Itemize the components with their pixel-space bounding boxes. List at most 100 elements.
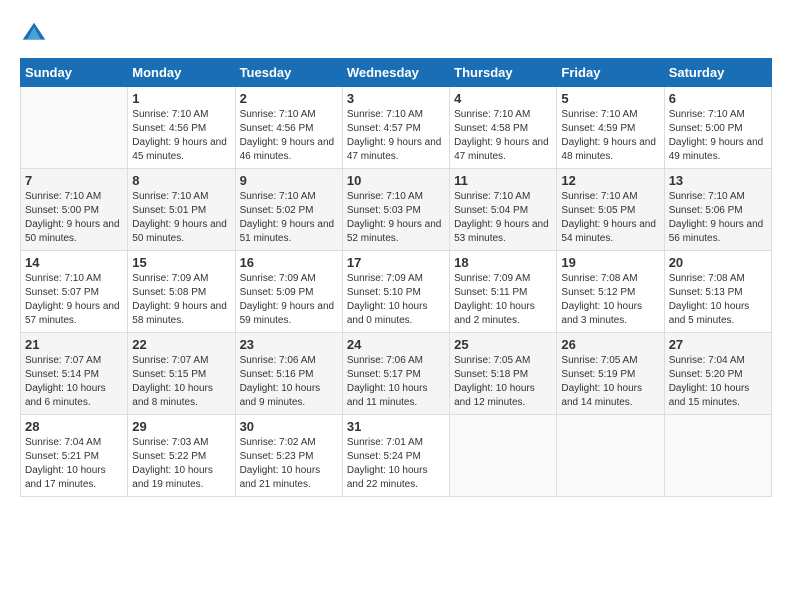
page-header <box>20 20 772 48</box>
day-number: 13 <box>669 173 767 188</box>
calendar-cell: 18 Sunrise: 7:09 AMSunset: 5:11 PMDaylig… <box>450 251 557 333</box>
calendar-cell <box>557 415 664 497</box>
calendar-table: SundayMondayTuesdayWednesdayThursdayFrid… <box>20 58 772 497</box>
day-number: 31 <box>347 419 445 434</box>
calendar-cell: 1 Sunrise: 7:10 AMSunset: 4:56 PMDayligh… <box>128 87 235 169</box>
calendar-cell: 3 Sunrise: 7:10 AMSunset: 4:57 PMDayligh… <box>342 87 449 169</box>
day-info: Sunrise: 7:02 AMSunset: 5:23 PMDaylight:… <box>240 436 338 492</box>
day-info: Sunrise: 7:10 AMSunset: 5:03 PMDaylight:… <box>347 190 445 246</box>
day-number: 17 <box>347 255 445 270</box>
day-info: Sunrise: 7:10 AMSunset: 4:59 PMDaylight:… <box>561 108 659 164</box>
calendar-cell: 13 Sunrise: 7:10 AMSunset: 5:06 PMDaylig… <box>664 169 771 251</box>
day-info: Sunrise: 7:10 AMSunset: 5:04 PMDaylight:… <box>454 190 552 246</box>
weekday-header: Saturday <box>664 59 771 87</box>
day-info: Sunrise: 7:10 AMSunset: 5:01 PMDaylight:… <box>132 190 230 246</box>
day-number: 22 <box>132 337 230 352</box>
calendar-cell: 21 Sunrise: 7:07 AMSunset: 5:14 PMDaylig… <box>21 333 128 415</box>
day-info: Sunrise: 7:09 AMSunset: 5:09 PMDaylight:… <box>240 272 338 328</box>
calendar-cell: 14 Sunrise: 7:10 AMSunset: 5:07 PMDaylig… <box>21 251 128 333</box>
day-number: 6 <box>669 91 767 106</box>
calendar-cell: 19 Sunrise: 7:08 AMSunset: 5:12 PMDaylig… <box>557 251 664 333</box>
day-info: Sunrise: 7:10 AMSunset: 5:02 PMDaylight:… <box>240 190 338 246</box>
calendar-week-row: 1 Sunrise: 7:10 AMSunset: 4:56 PMDayligh… <box>21 87 772 169</box>
calendar-cell: 25 Sunrise: 7:05 AMSunset: 5:18 PMDaylig… <box>450 333 557 415</box>
day-number: 26 <box>561 337 659 352</box>
calendar-week-row: 28 Sunrise: 7:04 AMSunset: 5:21 PMDaylig… <box>21 415 772 497</box>
calendar-cell: 9 Sunrise: 7:10 AMSunset: 5:02 PMDayligh… <box>235 169 342 251</box>
day-number: 2 <box>240 91 338 106</box>
day-number: 30 <box>240 419 338 434</box>
calendar-cell: 4 Sunrise: 7:10 AMSunset: 4:58 PMDayligh… <box>450 87 557 169</box>
day-info: Sunrise: 7:07 AMSunset: 5:14 PMDaylight:… <box>25 354 123 410</box>
day-number: 18 <box>454 255 552 270</box>
weekday-header: Tuesday <box>235 59 342 87</box>
day-number: 27 <box>669 337 767 352</box>
day-number: 3 <box>347 91 445 106</box>
day-info: Sunrise: 7:10 AMSunset: 4:56 PMDaylight:… <box>132 108 230 164</box>
day-info: Sunrise: 7:10 AMSunset: 5:07 PMDaylight:… <box>25 272 123 328</box>
day-number: 21 <box>25 337 123 352</box>
calendar-cell: 11 Sunrise: 7:10 AMSunset: 5:04 PMDaylig… <box>450 169 557 251</box>
day-number: 23 <box>240 337 338 352</box>
weekday-header: Sunday <box>21 59 128 87</box>
day-number: 28 <box>25 419 123 434</box>
calendar-week-row: 14 Sunrise: 7:10 AMSunset: 5:07 PMDaylig… <box>21 251 772 333</box>
calendar-cell: 26 Sunrise: 7:05 AMSunset: 5:19 PMDaylig… <box>557 333 664 415</box>
day-number: 7 <box>25 173 123 188</box>
weekday-header: Thursday <box>450 59 557 87</box>
calendar-cell: 7 Sunrise: 7:10 AMSunset: 5:00 PMDayligh… <box>21 169 128 251</box>
day-info: Sunrise: 7:08 AMSunset: 5:12 PMDaylight:… <box>561 272 659 328</box>
calendar-cell: 27 Sunrise: 7:04 AMSunset: 5:20 PMDaylig… <box>664 333 771 415</box>
calendar-cell: 23 Sunrise: 7:06 AMSunset: 5:16 PMDaylig… <box>235 333 342 415</box>
day-info: Sunrise: 7:10 AMSunset: 5:00 PMDaylight:… <box>669 108 767 164</box>
day-number: 29 <box>132 419 230 434</box>
day-number: 24 <box>347 337 445 352</box>
day-info: Sunrise: 7:10 AMSunset: 5:00 PMDaylight:… <box>25 190 123 246</box>
calendar-cell: 16 Sunrise: 7:09 AMSunset: 5:09 PMDaylig… <box>235 251 342 333</box>
day-info: Sunrise: 7:05 AMSunset: 5:18 PMDaylight:… <box>454 354 552 410</box>
day-info: Sunrise: 7:01 AMSunset: 5:24 PMDaylight:… <box>347 436 445 492</box>
calendar-cell: 10 Sunrise: 7:10 AMSunset: 5:03 PMDaylig… <box>342 169 449 251</box>
logo-icon <box>20 20 48 48</box>
day-number: 5 <box>561 91 659 106</box>
day-number: 20 <box>669 255 767 270</box>
day-info: Sunrise: 7:08 AMSunset: 5:13 PMDaylight:… <box>669 272 767 328</box>
calendar-cell <box>450 415 557 497</box>
day-info: Sunrise: 7:07 AMSunset: 5:15 PMDaylight:… <box>132 354 230 410</box>
calendar-cell: 12 Sunrise: 7:10 AMSunset: 5:05 PMDaylig… <box>557 169 664 251</box>
day-info: Sunrise: 7:06 AMSunset: 5:16 PMDaylight:… <box>240 354 338 410</box>
day-number: 14 <box>25 255 123 270</box>
calendar-week-row: 7 Sunrise: 7:10 AMSunset: 5:00 PMDayligh… <box>21 169 772 251</box>
calendar-cell: 2 Sunrise: 7:10 AMSunset: 4:56 PMDayligh… <box>235 87 342 169</box>
calendar-cell: 20 Sunrise: 7:08 AMSunset: 5:13 PMDaylig… <box>664 251 771 333</box>
calendar-cell: 22 Sunrise: 7:07 AMSunset: 5:15 PMDaylig… <box>128 333 235 415</box>
weekday-header: Friday <box>557 59 664 87</box>
day-info: Sunrise: 7:03 AMSunset: 5:22 PMDaylight:… <box>132 436 230 492</box>
day-info: Sunrise: 7:04 AMSunset: 5:21 PMDaylight:… <box>25 436 123 492</box>
day-number: 10 <box>347 173 445 188</box>
calendar-cell: 5 Sunrise: 7:10 AMSunset: 4:59 PMDayligh… <box>557 87 664 169</box>
weekday-header-row: SundayMondayTuesdayWednesdayThursdayFrid… <box>21 59 772 87</box>
calendar-cell: 17 Sunrise: 7:09 AMSunset: 5:10 PMDaylig… <box>342 251 449 333</box>
calendar-cell <box>21 87 128 169</box>
calendar-cell: 28 Sunrise: 7:04 AMSunset: 5:21 PMDaylig… <box>21 415 128 497</box>
calendar-cell: 8 Sunrise: 7:10 AMSunset: 5:01 PMDayligh… <box>128 169 235 251</box>
weekday-header: Wednesday <box>342 59 449 87</box>
day-number: 8 <box>132 173 230 188</box>
calendar-cell: 29 Sunrise: 7:03 AMSunset: 5:22 PMDaylig… <box>128 415 235 497</box>
calendar-cell <box>664 415 771 497</box>
day-info: Sunrise: 7:10 AMSunset: 5:06 PMDaylight:… <box>669 190 767 246</box>
day-number: 9 <box>240 173 338 188</box>
calendar-week-row: 21 Sunrise: 7:07 AMSunset: 5:14 PMDaylig… <box>21 333 772 415</box>
day-number: 11 <box>454 173 552 188</box>
day-number: 12 <box>561 173 659 188</box>
calendar-cell: 30 Sunrise: 7:02 AMSunset: 5:23 PMDaylig… <box>235 415 342 497</box>
day-info: Sunrise: 7:05 AMSunset: 5:19 PMDaylight:… <box>561 354 659 410</box>
day-info: Sunrise: 7:09 AMSunset: 5:08 PMDaylight:… <box>132 272 230 328</box>
day-number: 19 <box>561 255 659 270</box>
day-info: Sunrise: 7:10 AMSunset: 5:05 PMDaylight:… <box>561 190 659 246</box>
day-info: Sunrise: 7:10 AMSunset: 4:58 PMDaylight:… <box>454 108 552 164</box>
day-info: Sunrise: 7:06 AMSunset: 5:17 PMDaylight:… <box>347 354 445 410</box>
day-info: Sunrise: 7:09 AMSunset: 5:10 PMDaylight:… <box>347 272 445 328</box>
day-number: 4 <box>454 91 552 106</box>
